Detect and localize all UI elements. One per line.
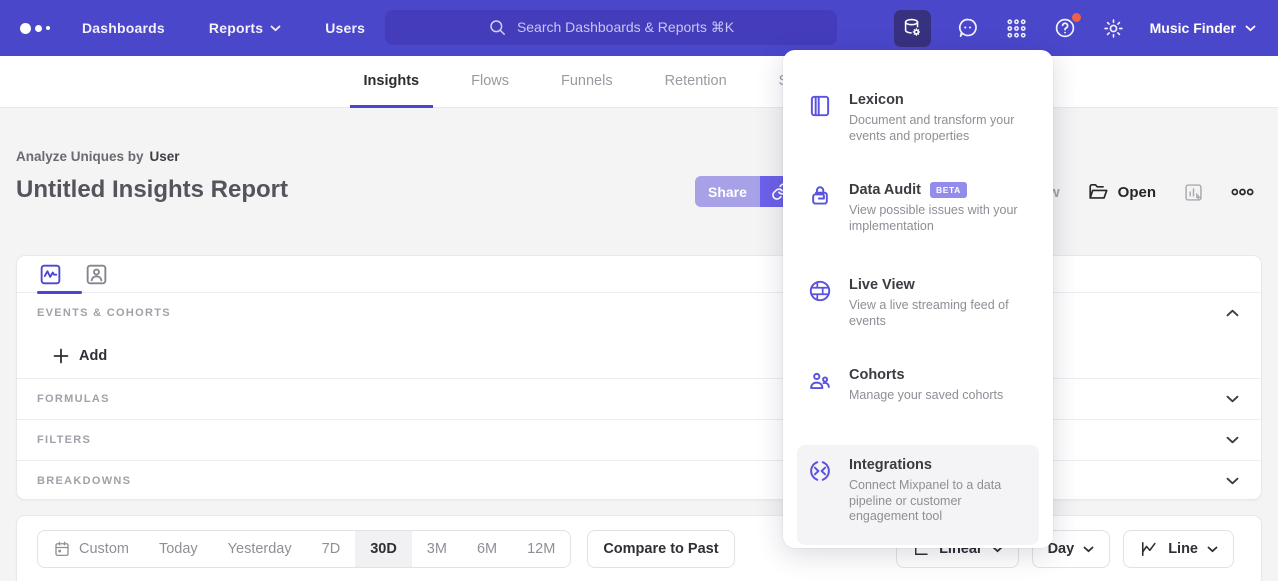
nav-reports[interactable]: Reports: [209, 20, 281, 36]
more-dots-icon: [1231, 188, 1254, 196]
tab-funnels[interactable]: Funnels: [547, 56, 627, 108]
menu-item-description: View a live streaming feed of events: [849, 298, 1029, 329]
range-7d[interactable]: 7D: [307, 531, 356, 567]
range-custom[interactable]: Custom: [38, 531, 144, 567]
chevron-down-icon: [1245, 25, 1256, 32]
chevron-down-icon: [1083, 546, 1094, 553]
top-navigation-bar: Dashboards Reports Users Search Dashboar…: [0, 0, 1278, 56]
data-management-icon[interactable]: [894, 10, 931, 47]
nav-dashboards[interactable]: Dashboards: [82, 20, 165, 36]
add-to-dashboard-icon[interactable]: [1183, 182, 1204, 203]
tab-insights[interactable]: Insights: [350, 56, 434, 108]
notification-dot: [1072, 13, 1081, 22]
chevron-down-icon[interactable]: [1226, 477, 1239, 485]
report-tabbar: Insights Flows Funnels Retention Signal …: [0, 56, 1278, 108]
live-view-globe-icon: [807, 277, 833, 365]
help-icon[interactable]: [1053, 16, 1077, 40]
compare-to-past-button[interactable]: Compare to Past: [587, 530, 734, 568]
nav-users[interactable]: Users: [325, 20, 365, 36]
tab-profiles[interactable]: [83, 261, 109, 287]
section-filters[interactable]: FILTERS: [17, 419, 1261, 460]
open-report-button[interactable]: Open: [1087, 181, 1156, 203]
app-window: Dashboards Reports Users Search Dashboar…: [0, 0, 1278, 581]
chevron-up-icon[interactable]: [1226, 309, 1239, 317]
range-yesterday[interactable]: Yesterday: [213, 531, 307, 567]
primary-nav: Dashboards Reports Users: [82, 20, 365, 36]
logo-dot: [20, 23, 31, 34]
search-input[interactable]: Search Dashboards & Reports ⌘K: [385, 10, 837, 45]
menu-item-integrations[interactable]: Integrations Connect Mixpanel to a data …: [797, 445, 1039, 545]
insights-chart-icon: [38, 262, 63, 287]
tab-events-chart[interactable]: [37, 261, 63, 287]
time-toolbar-card: Custom Today Yesterday 7D 30D 3M 6M 12M …: [16, 515, 1262, 581]
more-options-button[interactable]: [1231, 188, 1254, 196]
menu-item-title: Data Audit BETA: [849, 182, 1029, 198]
logo-dot: [46, 26, 50, 30]
project-name: Music Finder: [1150, 20, 1236, 36]
project-switcher[interactable]: Music Finder: [1150, 20, 1256, 36]
share-button[interactable]: Share: [695, 176, 760, 207]
chart-type-dropdown[interactable]: Line: [1123, 530, 1234, 568]
data-audit-icon: [807, 182, 833, 275]
range-12m[interactable]: 12M: [512, 531, 570, 567]
report-title[interactable]: Untitled Insights Report: [16, 176, 288, 204]
lexicon-icon: [807, 92, 833, 180]
menu-item-data-audit[interactable]: Data Audit BETA View possible issues wit…: [797, 180, 1039, 275]
menu-item-cohorts[interactable]: Cohorts Manage your saved cohorts: [797, 365, 1039, 445]
feedback-icon[interactable]: [956, 16, 980, 40]
chevron-down-icon: [270, 25, 281, 32]
add-event-button[interactable]: Add: [53, 348, 107, 364]
topbar-icon-group: Music Finder: [894, 0, 1256, 56]
plus-icon: [53, 348, 69, 364]
analyze-prefix: Analyze Uniques by: [16, 149, 144, 164]
range-3m[interactable]: 3M: [412, 531, 462, 567]
folder-open-icon: [1087, 181, 1109, 203]
tab-retention[interactable]: Retention: [651, 56, 741, 108]
mixpanel-logo[interactable]: [20, 23, 50, 34]
menu-item-lexicon[interactable]: Lexicon Document and transform your even…: [797, 90, 1039, 180]
menu-item-title: Integrations: [849, 457, 1029, 473]
search-placeholder: Search Dashboards & Reports ⌘K: [517, 19, 734, 36]
tab-flows[interactable]: Flows: [457, 56, 523, 108]
menu-item-description: View possible issues with your implement…: [849, 203, 1029, 234]
menu-item-title: Live View: [849, 277, 1029, 293]
beta-badge: BETA: [930, 182, 967, 198]
builder-icon-tabs: [17, 256, 1261, 293]
integrations-icon: [807, 457, 833, 545]
calendar-icon: [53, 540, 71, 558]
range-6m[interactable]: 6M: [462, 531, 512, 567]
line-chart-icon: [1139, 539, 1159, 559]
menu-item-description: Manage your saved cohorts: [849, 388, 1003, 404]
query-builder-card: EVENTS & COHORTS Add FORMULAS FILTERS BR…: [16, 255, 1262, 500]
analyze-entity[interactable]: User: [150, 149, 180, 164]
cohorts-icon: [807, 367, 833, 445]
search-icon: [488, 18, 507, 37]
menu-item-description: Document and transform your events and p…: [849, 113, 1029, 144]
menu-item-title: Lexicon: [849, 92, 1029, 108]
data-management-menu: Lexicon Document and transform your even…: [783, 50, 1053, 548]
profile-icon: [84, 262, 109, 287]
menu-item-title: Cohorts: [849, 367, 1003, 383]
section-formulas[interactable]: FORMULAS: [17, 378, 1261, 419]
events-add-row: Add: [17, 333, 1261, 378]
chevron-down-icon: [1207, 546, 1218, 553]
apps-grid-icon[interactable]: [1005, 17, 1028, 40]
menu-item-description: Connect Mixpanel to a data pipeline or c…: [849, 478, 1029, 525]
range-today[interactable]: Today: [144, 531, 213, 567]
date-range-group: Custom Today Yesterday 7D 30D 3M 6M 12M: [37, 530, 571, 568]
section-breakdowns[interactable]: BREAKDOWNS: [17, 460, 1261, 501]
settings-gear-icon[interactable]: [1102, 17, 1125, 40]
active-tab-underline: [37, 291, 82, 294]
section-events-cohorts[interactable]: EVENTS & COHORTS: [17, 293, 1261, 333]
range-30d[interactable]: 30D: [355, 531, 412, 567]
logo-dot: [35, 25, 42, 32]
analyze-by-line: Analyze Uniques by User: [16, 149, 180, 164]
chevron-down-icon[interactable]: [1226, 395, 1239, 403]
chevron-down-icon[interactable]: [1226, 436, 1239, 444]
menu-item-live-view[interactable]: Live View View a live streaming feed of …: [797, 275, 1039, 365]
